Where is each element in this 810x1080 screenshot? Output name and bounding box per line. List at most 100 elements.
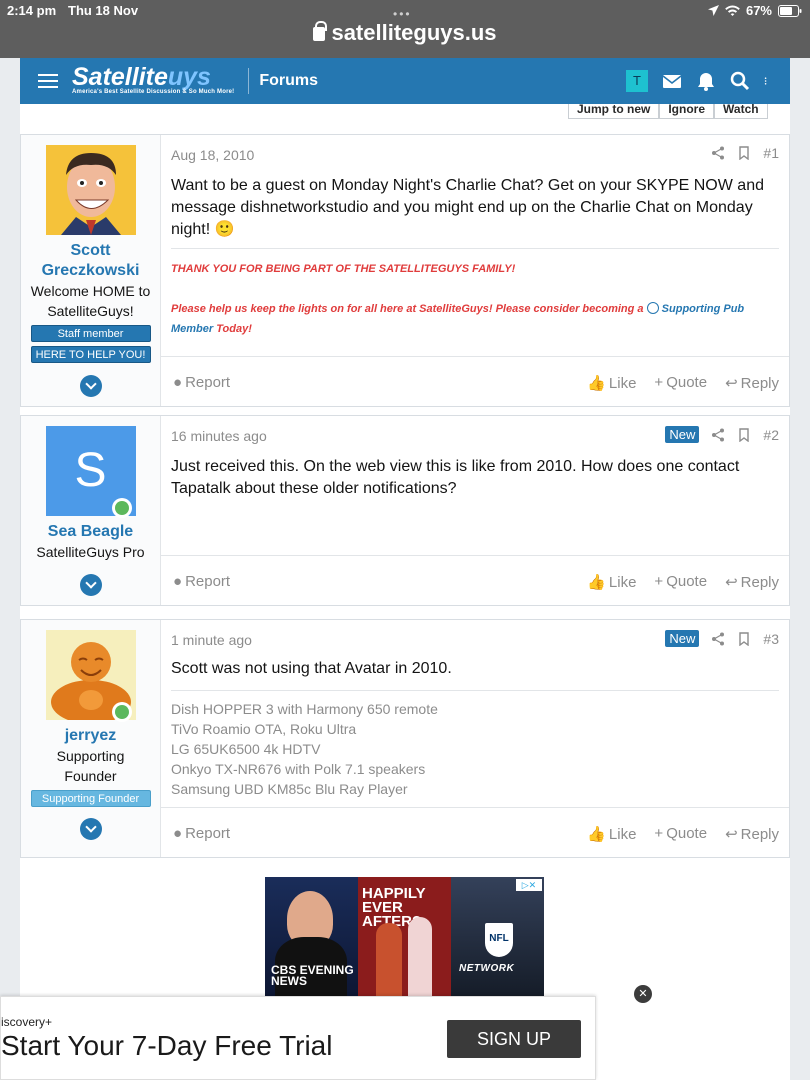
bell-icon[interactable]	[696, 71, 716, 91]
post-body: Just received this. On the web view this…	[171, 458, 740, 497]
post-body: Want to be a guest on Monday Night's Cha…	[171, 175, 779, 241]
thumbs-up-icon: 👍	[587, 375, 606, 392]
share-icon[interactable]	[711, 428, 725, 442]
battery-icon	[778, 4, 802, 17]
username[interactable]: Scott Greczkowski	[21, 241, 160, 281]
like-label: Like	[608, 574, 637, 591]
like-button[interactable]: 👍 Like	[587, 825, 636, 843]
nfl-network-text: NETWORK	[459, 963, 515, 974]
reply-button[interactable]: ↩ Reply	[725, 374, 779, 392]
reply-label: Reply	[740, 826, 779, 843]
post-body: Scott was not using that Avatar in 2010.	[171, 660, 452, 677]
post-number[interactable]: #1	[763, 145, 779, 161]
post-number[interactable]: #3	[763, 631, 779, 647]
ignore-button[interactable]: Ignore	[659, 104, 715, 119]
user-title: Welcome HOME to SatelliteGuys!	[30, 283, 151, 319]
reply-icon: ↩	[725, 574, 738, 591]
lock-icon	[313, 21, 328, 41]
report-button[interactable]: ● Report	[173, 573, 230, 590]
chevron-down-icon[interactable]	[80, 574, 102, 596]
header-icons: T	[626, 70, 772, 92]
post-number[interactable]: #2	[763, 427, 779, 443]
header-divider	[248, 68, 250, 94]
report-button[interactable]: ● Report	[173, 374, 230, 391]
ad-news-panel: CBS EVENING NEWS	[265, 877, 358, 997]
sig-support-text: Please help us keep the lights on for al…	[171, 303, 644, 315]
post-footer: ● Report 👍 Like + Quote ↩ Reply	[161, 807, 789, 857]
menu-icon[interactable]	[38, 70, 58, 92]
reply-icon: ↩	[725, 826, 738, 843]
nfl-shield-icon: NFL	[485, 923, 513, 957]
ad-brand: iscovery+	[1, 1015, 53, 1029]
reply-label: Reply	[740, 574, 779, 591]
quote-button[interactable]: + Quote	[654, 573, 707, 591]
user-title: SatelliteGuys Pro	[36, 544, 145, 560]
watch-button[interactable]: Watch	[714, 104, 768, 119]
signature: Dish HOPPER 3 with Harmony 650 remote Ti…	[171, 690, 779, 799]
logo-main: Satellite	[72, 63, 168, 91]
battery-percent: 67%	[745, 3, 772, 18]
quote-button[interactable]: + Quote	[654, 825, 707, 843]
post-user-cell: jerryez Supporting Founder Supporting Fo…	[21, 620, 161, 857]
report-button[interactable]: ● Report	[173, 825, 230, 842]
bookmark-icon[interactable]	[737, 146, 751, 160]
post-date[interactable]: Aug 18, 2010	[171, 147, 254, 163]
browser-chrome: 2:14 pm Thu 18 Nov ••• 67% satelliteguys…	[0, 0, 810, 58]
like-button[interactable]: 👍 Like	[587, 573, 636, 591]
supporting-founder-banner: Supporting Founder	[30, 790, 151, 807]
adchoices-icon[interactable]: ▷✕	[516, 879, 542, 891]
username[interactable]: Sea Beagle	[21, 522, 160, 542]
sig-support: Please help us keep the lights on for al…	[171, 299, 779, 339]
more-icon[interactable]	[764, 71, 772, 91]
ad-show-panel: HAPPILY EVER AFTER?	[358, 877, 451, 997]
post-footer: ● Report 👍 Like + Quote ↩ Reply	[161, 555, 789, 605]
post-user-cell: S Sea Beagle SatelliteGuys Pro	[21, 416, 161, 605]
thread-buttons: Jump to new Ignore Watch	[568, 104, 768, 119]
user-title: Supporting Founder	[56, 748, 125, 784]
like-button[interactable]: 👍 Like	[587, 374, 636, 392]
thumbs-up-icon: 👍	[587, 826, 606, 843]
help-banner: HERE TO HELP YOU!	[30, 346, 151, 363]
sig-support-today: Today!	[216, 323, 252, 335]
reply-button[interactable]: ↩ Reply	[725, 573, 779, 591]
search-icon[interactable]	[730, 71, 750, 91]
chevron-down-icon[interactable]	[80, 818, 102, 840]
bottom-banner-ad[interactable]: iscovery+ Start Your 7-Day Free Trial SI…	[0, 996, 596, 1080]
mail-icon[interactable]	[662, 71, 682, 91]
avatar[interactable]	[45, 630, 136, 724]
signature: THANK YOU FOR BEING PART OF THE SATELLIT…	[171, 248, 779, 339]
post-date[interactable]: 16 minutes ago	[171, 428, 267, 444]
avatar[interactable]: S	[45, 426, 136, 518]
user-avatar[interactable]: T	[626, 70, 648, 92]
share-icon[interactable]	[711, 632, 725, 646]
reply-button[interactable]: ↩ Reply	[725, 825, 779, 843]
chevron-down-icon[interactable]	[80, 375, 102, 397]
like-label: Like	[608, 826, 637, 843]
share-icon[interactable]	[711, 146, 725, 160]
post-user-cell: Scott Greczkowski Welcome HOME to Satell…	[21, 135, 161, 406]
avatar[interactable]	[45, 145, 136, 235]
bookmark-icon[interactable]	[737, 427, 751, 442]
bookmark-icon[interactable]	[737, 631, 751, 646]
sig-line: LG 65UK6500 4k HDTV	[171, 741, 321, 757]
new-badge: New	[665, 426, 700, 443]
close-ad-icon[interactable]: ✕	[634, 985, 652, 1003]
jump-to-new-button[interactable]: Jump to new	[568, 104, 660, 119]
post-actions: 👍 Like + Quote ↩ Reply	[587, 573, 779, 591]
username[interactable]: jerryez	[21, 726, 160, 746]
multitask-dots-icon[interactable]: •••	[393, 7, 412, 21]
post-meta: New #2	[665, 426, 779, 443]
post-date[interactable]: 1 minute ago	[171, 632, 252, 648]
url-bar[interactable]: satelliteguys.us	[0, 20, 810, 46]
site-logo[interactable]: Satelliteuys America's Best Satellite Di…	[72, 63, 234, 96]
quote-button[interactable]: + Quote	[654, 374, 707, 392]
warning-icon: ●	[173, 573, 183, 590]
staff-banner: Staff member	[30, 325, 151, 342]
signature-lines: Dish HOPPER 3 with Harmony 650 remote Ti…	[171, 691, 779, 799]
video-ad[interactable]: CBS EVENING NEWS HAPPILY EVER AFTER? NFL…	[265, 877, 544, 997]
sign-up-button[interactable]: SIGN UP	[447, 1020, 581, 1058]
new-badge: New	[665, 630, 700, 647]
nav-forums[interactable]: Forums	[259, 72, 318, 90]
plus-icon: +	[654, 573, 664, 590]
ad-nfl-panel: NFL NETWORK ▷✕	[451, 877, 544, 997]
